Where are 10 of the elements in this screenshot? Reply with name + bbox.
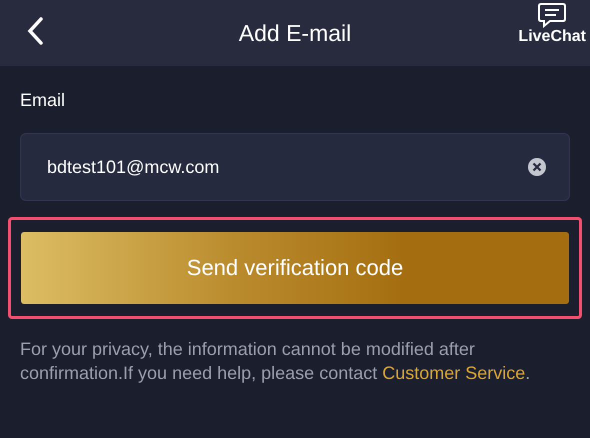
privacy-notice: For your privacy, the information cannot be modified after confirmation.If you need help, please contact Customer Service. <box>20 338 532 385</box>
email-field[interactable]: bdtest101@mcw.com <box>20 133 570 201</box>
clear-icon[interactable] <box>527 157 547 177</box>
chat-icon[interactable] <box>537 2 568 28</box>
email-input[interactable]: bdtest101@mcw.com <box>47 156 527 178</box>
customer-service-link[interactable]: Customer Service <box>382 363 526 383</box>
send-code-button[interactable]: Send verification code <box>21 232 569 304</box>
email-label: Email <box>20 90 66 111</box>
page-title: Add E-mail <box>238 20 352 46</box>
live-chat-label[interactable]: LiveChat <box>518 28 586 46</box>
